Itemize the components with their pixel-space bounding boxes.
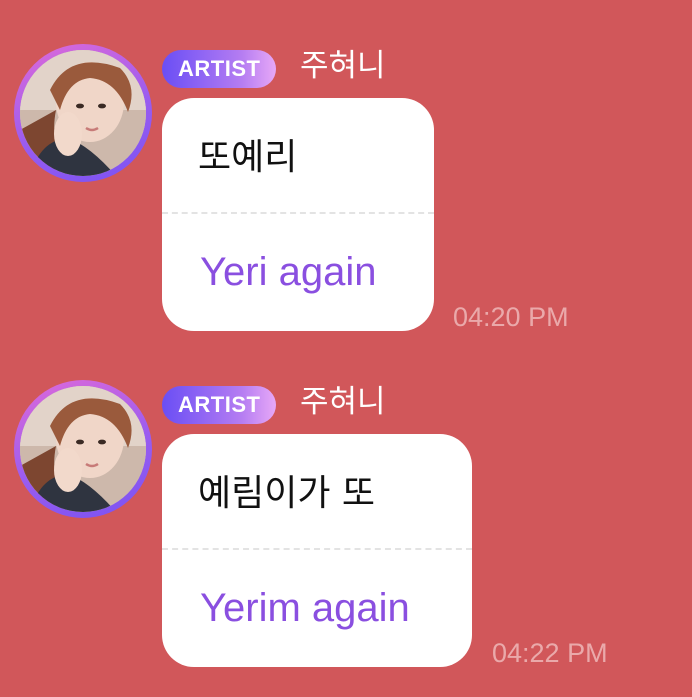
message-bubble[interactable]: 또예리 Yeri again (162, 98, 434, 331)
message-translation-text: Yeri again (200, 250, 377, 294)
message-original-text: 또예리 (198, 137, 298, 178)
message-timestamp: 04:20 PM (453, 302, 569, 332)
translation-divider (162, 548, 472, 550)
avatar-photo (20, 386, 146, 512)
avatar[interactable] (14, 44, 152, 182)
message-timestamp: 04:22 PM (492, 638, 608, 668)
chat-message: ARTIST 주혀니 예림이가 또 Yerim again 04:22 PM (0, 380, 692, 680)
sender-name: 주혀니 (300, 384, 386, 420)
artist-badge: ARTIST (162, 50, 277, 88)
artist-badge: ARTIST (162, 386, 277, 424)
message-translation-text: Yerim again (200, 586, 410, 630)
message-original-text: 예림이가 또 (198, 473, 376, 514)
avatar[interactable] (14, 380, 152, 518)
chat-message: ARTIST 주혀니 또예리 Yeri again 04:20 PM (0, 44, 692, 344)
message-bubble[interactable]: 예림이가 또 Yerim again (162, 434, 472, 667)
avatar-photo (20, 50, 146, 176)
translation-divider (162, 212, 434, 214)
sender-name: 주혀니 (300, 48, 386, 84)
